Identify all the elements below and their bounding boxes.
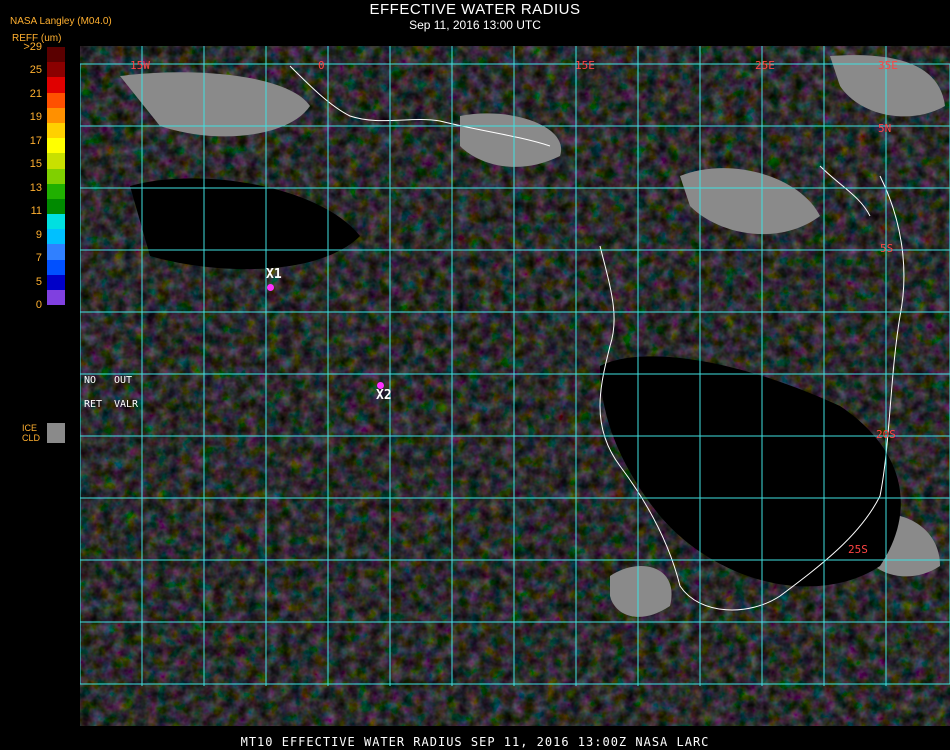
legend-swatch — [47, 183, 65, 199]
lon-label-15w: 15W — [130, 59, 150, 72]
out-valr-label: OUT — [114, 375, 133, 386]
legend-tick-label: >29 — [23, 41, 42, 53]
ice-cloud-label: ICE CLD — [22, 423, 40, 443]
legend-swatch — [47, 259, 65, 275]
legend-swatch — [47, 198, 65, 215]
legend-swatch — [47, 244, 65, 260]
valr-label: VALR — [114, 399, 139, 410]
lat-label-5s: 5S — [880, 242, 894, 255]
legend-tick-label: 21 — [29, 87, 42, 100]
legend-swatch — [47, 153, 65, 169]
legend-swatch — [47, 214, 65, 230]
legend-tick-label: 25 — [29, 64, 42, 77]
legend-tick-label: 17 — [29, 134, 42, 147]
lon-label-0: 0 — [318, 59, 325, 72]
lon-label-35e: 35E — [878, 59, 898, 72]
legend-tick-label: 13 — [29, 181, 42, 194]
legend-swatch — [47, 47, 65, 63]
legend-tick-label: 9 — [35, 228, 42, 241]
producer-label: NASA Langley (M04.0) — [10, 16, 112, 27]
lat-label-5n: 5N — [878, 122, 892, 135]
marker-x1-label: X1 — [266, 267, 282, 282]
map-title: EFFECTIVE WATER RADIUS — [369, 1, 581, 18]
legend-swatch — [47, 168, 65, 184]
ret-label: RET — [84, 399, 103, 410]
legend-swatch — [47, 92, 65, 108]
satellite-map — [80, 46, 950, 726]
lat-label-25s: 25S — [848, 543, 868, 556]
legend-tick-label: 11 — [30, 205, 42, 218]
marker-x1-dot — [267, 284, 274, 291]
legend-swatch — [47, 290, 65, 306]
map-timestamp: Sep 11, 2016 13:00 UTC — [409, 18, 541, 32]
lon-label-25e: 25E — [755, 59, 775, 72]
footer-caption: MT10 EFFECTIVE WATER RADIUS SEP 11, 2016… — [240, 735, 710, 749]
no-retrieval-label: NO — [84, 375, 97, 386]
legend-tick-label: 19 — [29, 111, 42, 124]
ice-label-line2: CLD — [22, 433, 41, 443]
legend-swatch — [47, 274, 65, 290]
lat-label-20s: 20S — [876, 428, 896, 441]
legend-swatch — [47, 122, 65, 139]
color-legend — [47, 47, 65, 306]
legend-tick-label: 5 — [35, 275, 42, 288]
legend-tick-label: 15 — [29, 158, 42, 171]
lon-label-15e: 15E — [575, 59, 595, 72]
marker-x2-label: X2 — [376, 388, 392, 403]
legend-tick-label: 0 — [35, 299, 42, 312]
ice-label-line1: ICE — [22, 423, 38, 433]
legend-swatch — [47, 62, 65, 78]
legend-tick-label: 7 — [35, 252, 42, 265]
legend-swatch — [47, 107, 65, 123]
legend-swatch — [47, 138, 65, 154]
legend-swatch — [47, 229, 65, 245]
legend-swatch — [47, 77, 65, 93]
ice-cloud-swatch — [47, 423, 65, 443]
